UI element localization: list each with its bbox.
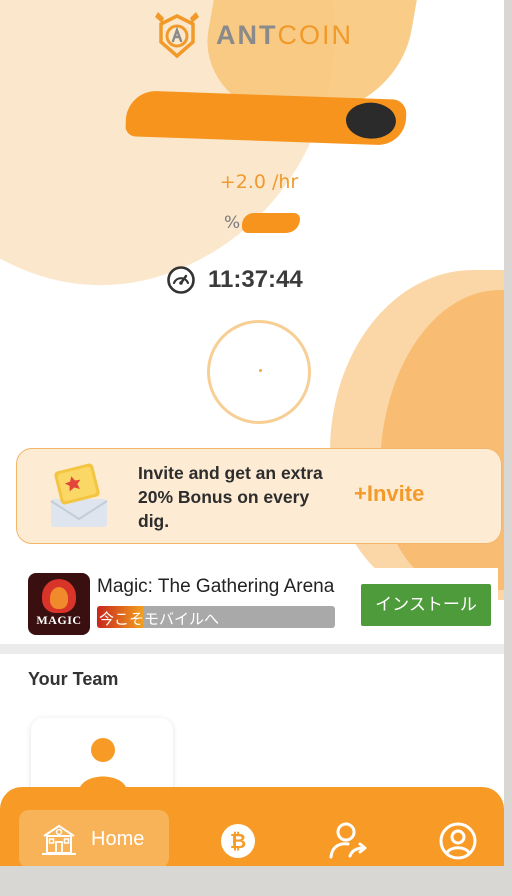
bottom-navigation: Home ₿: [0, 787, 504, 866]
mining-rate: +2.0 /hr: [219, 171, 299, 193]
ad-subtitle: 今こそモバイルへ: [99, 610, 220, 628]
bitcoin-icon: ₿: [221, 824, 255, 858]
ad-app-icon: MAGIC: [28, 573, 90, 635]
profile-icon: [439, 822, 477, 860]
ad-icon-flame-inner: [50, 587, 68, 609]
app-screen: ANTCOIN +2.0 /hr % 11:37:44 Invite and g…: [0, 0, 504, 866]
home-icon: [42, 824, 76, 855]
app-wordmark: ANTCOIN: [216, 19, 353, 50]
mining-timer: 11:37:44: [166, 263, 303, 297]
invite-banner[interactable]: Invite and get an extra 20% Bonus on eve…: [16, 448, 502, 544]
ad-icon-brand: MAGIC: [36, 613, 82, 627]
section-divider: [0, 644, 504, 654]
redacted-percentage: [242, 213, 301, 233]
timer-value: 11:37:44: [208, 266, 303, 293]
nav-home[interactable]: Home: [19, 810, 169, 866]
ad-banner[interactable]: MAGIC Magic: The Gathering Arena 今こそモバイル…: [22, 568, 498, 642]
ant-shield-icon: [155, 12, 199, 59]
ad-title: Magic: The Gathering Arena: [97, 576, 335, 597]
dig-button[interactable]: [207, 320, 311, 424]
refer-user-icon: [329, 822, 367, 859]
invite-envelope-icon: [50, 463, 108, 527]
nav-refer[interactable]: [326, 819, 370, 863]
svg-text:₿: ₿: [230, 829, 246, 853]
ad-install-button[interactable]: インストール: [361, 584, 491, 626]
wordmark-coin: COIN: [277, 19, 353, 50]
invite-description: Invite and get an extra 20% Bonus on eve…: [138, 463, 323, 531]
speedometer-icon: [167, 266, 195, 294]
ad-subtitle-bar: 今こそモバイルへ: [97, 606, 335, 628]
wordmark-ant: ANT: [216, 19, 278, 50]
percentage-row: %: [224, 210, 301, 236]
nav-profile[interactable]: [437, 820, 479, 862]
team-title: Your Team: [28, 669, 119, 689]
nav-bitcoin[interactable]: ₿: [219, 822, 257, 860]
loading-indicator: [259, 369, 262, 372]
invite-button[interactable]: +Invite: [354, 481, 424, 507]
redacted-balance: [125, 90, 407, 146]
percent-sign: %: [224, 213, 241, 233]
nav-home-label: Home: [91, 827, 145, 850]
user-avatar-icon: [79, 738, 127, 790]
app-logo: ANTCOIN: [152, 10, 353, 60]
